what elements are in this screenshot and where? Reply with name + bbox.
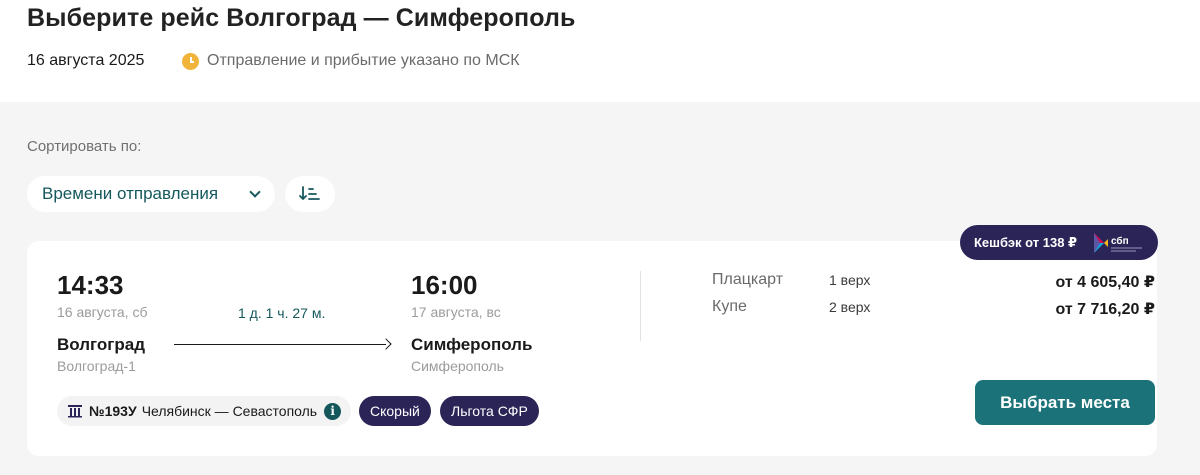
train-route: Челябинск — Севастополь: [141, 403, 318, 419]
train-info: №193У Челябинск — Севастополь i: [57, 396, 352, 426]
class-seats: 2 верх: [829, 299, 871, 315]
header-section: Выберите рейс Волгоград — Симферополь 16…: [0, 0, 1200, 102]
train-number: №193У: [89, 403, 137, 419]
card-divider: [640, 271, 641, 341]
timezone-note-text: Отправление и прибытие указано по МСК: [207, 52, 520, 69]
benefit-badge: Льгота СФР: [440, 396, 539, 426]
select-seats-button[interactable]: Выбрать места: [975, 380, 1155, 425]
arrival-time: 16:00: [411, 270, 478, 300]
info-icon[interactable]: i: [324, 402, 342, 420]
arrival-station: Симферополь: [411, 358, 504, 374]
rail-icon: [68, 405, 82, 418]
sort-select-value: Времени отправления: [42, 184, 219, 203]
trip-date: 16 августа 2025: [27, 52, 145, 69]
sort-label: Сортировать по:: [27, 138, 142, 155]
cashback-badge: Кешбэк от 138 ₽ сбп: [960, 225, 1158, 260]
class-name: Купе: [712, 298, 747, 315]
cashback-text: Кешбэк от 138 ₽: [974, 234, 1078, 250]
departure-station: Волгоград-1: [57, 358, 136, 374]
page-title: Выберите рейс Волгоград — Симферополь: [27, 4, 576, 32]
timezone-note: Отправление и прибытие указано по МСК: [182, 52, 520, 70]
sbp-logo: сбп: [1094, 233, 1142, 253]
arrival-date: 17 августа, вс: [411, 304, 501, 320]
sort-direction-button[interactable]: [285, 176, 335, 212]
departure-date: 16 августа, сб: [57, 304, 148, 320]
route-line: [174, 344, 386, 345]
svg-text:сбп: сбп: [1111, 235, 1129, 247]
sort-select[interactable]: Времени отправления: [27, 176, 275, 212]
departure-time: 14:33: [57, 270, 124, 300]
class-price[interactable]: от 7 716,20 ₽: [1055, 299, 1155, 319]
departure-city: Волгоград: [57, 335, 145, 354]
clock-icon: [182, 52, 199, 70]
trip-duration: 1 д. 1 ч. 27 м.: [238, 305, 326, 321]
sort-direction-icon: [299, 186, 320, 200]
chevron-down-icon: [249, 186, 261, 198]
arrival-city: Симферополь: [411, 335, 533, 354]
class-price[interactable]: от 4 605,40 ₽: [1055, 272, 1155, 292]
class-name: Плацкарт: [712, 271, 784, 288]
class-seats: 1 верх: [829, 272, 871, 288]
train-type-badge: Скорый: [359, 396, 431, 426]
